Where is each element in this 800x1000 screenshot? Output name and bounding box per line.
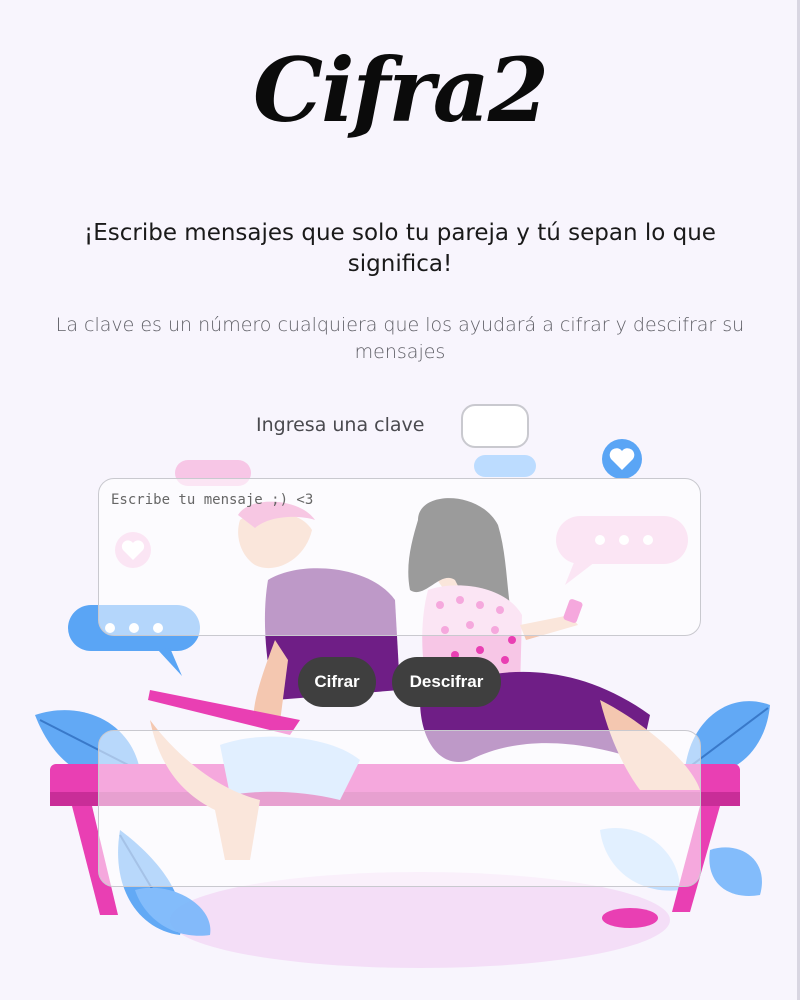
heart-bubble-icon <box>602 439 642 479</box>
chat-bubble-small-blue <box>474 455 536 477</box>
page-description: La clave es un número cualquiera que los… <box>55 314 745 363</box>
key-label: Ingresa una clave <box>256 414 425 436</box>
encrypt-button[interactable]: Cifrar <box>298 657 376 707</box>
decrypt-button[interactable]: Descifrar <box>392 657 501 707</box>
page-headline: ¡Escribe mensajes que solo tu pareja y t… <box>84 220 716 277</box>
result-output[interactable] <box>98 730 701 887</box>
key-input[interactable] <box>461 404 529 448</box>
message-input[interactable] <box>98 478 701 636</box>
app-logo: Cifra2 <box>253 38 549 142</box>
